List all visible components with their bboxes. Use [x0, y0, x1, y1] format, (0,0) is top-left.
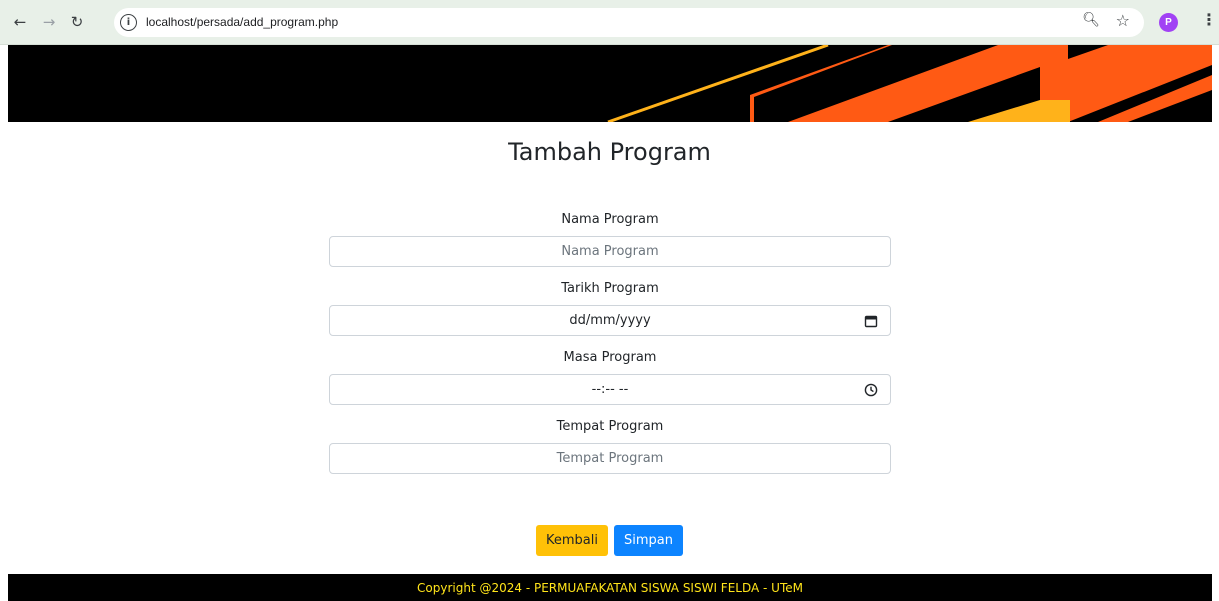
info-icon[interactable]: i [120, 14, 137, 31]
tarikh-program-label: Tarikh Program [561, 281, 659, 296]
url-text[interactable]: localhost/persada/add_program.php [146, 15, 338, 29]
tempat-program-placeholder: Tempat Program [556, 451, 664, 466]
nama-program-placeholder: Nama Program [561, 244, 659, 259]
profile-avatar[interactable]: P [1159, 13, 1178, 32]
address-bar[interactable]: i localhost/persada/add_program.php 🔍︎ ☆ [114, 8, 1144, 37]
browser-toolbar: ← → ↻ i localhost/persada/add_program.ph… [0, 0, 1219, 45]
kembali-button[interactable]: Kembali [536, 525, 608, 556]
nama-program-input[interactable]: Nama Program [329, 236, 891, 267]
calendar-icon[interactable] [864, 314, 878, 328]
tempat-program-label: Tempat Program [556, 419, 664, 434]
masa-program-input[interactable]: --:-- -- [329, 374, 891, 405]
tarikh-program-input[interactable]: dd/mm/yyyy [329, 305, 891, 336]
clock-icon[interactable] [864, 383, 878, 397]
tempat-program-input[interactable]: Tempat Program [329, 443, 891, 474]
banner-graphic [8, 45, 1212, 122]
back-icon[interactable]: ← [7, 9, 33, 35]
kebab-menu-icon[interactable]: ⋮ [1201, 10, 1217, 29]
page: ← → ↻ i localhost/persada/add_program.ph… [0, 0, 1219, 601]
nama-program-label: Nama Program [561, 212, 659, 227]
page-title: Tambah Program [508, 138, 711, 166]
zoom-icon[interactable]: 🔍︎ [1082, 12, 1100, 28]
masa-program-label: Masa Program [563, 350, 657, 365]
simpan-button[interactable]: Simpan [614, 525, 683, 556]
star-icon[interactable]: ☆ [1116, 11, 1130, 30]
footer: Copyright @2024 - PERMUAFAKATAN SISWA SI… [8, 574, 1212, 601]
forward-icon[interactable]: → [36, 9, 62, 35]
reload-icon[interactable]: ↻ [64, 9, 90, 35]
masa-program-value: --:-- -- [591, 382, 629, 397]
header-banner [8, 45, 1212, 122]
footer-copyright: Copyright @2024 - PERMUAFAKATAN SISWA SI… [417, 580, 803, 595]
tarikh-program-value: dd/mm/yyyy [569, 313, 651, 328]
